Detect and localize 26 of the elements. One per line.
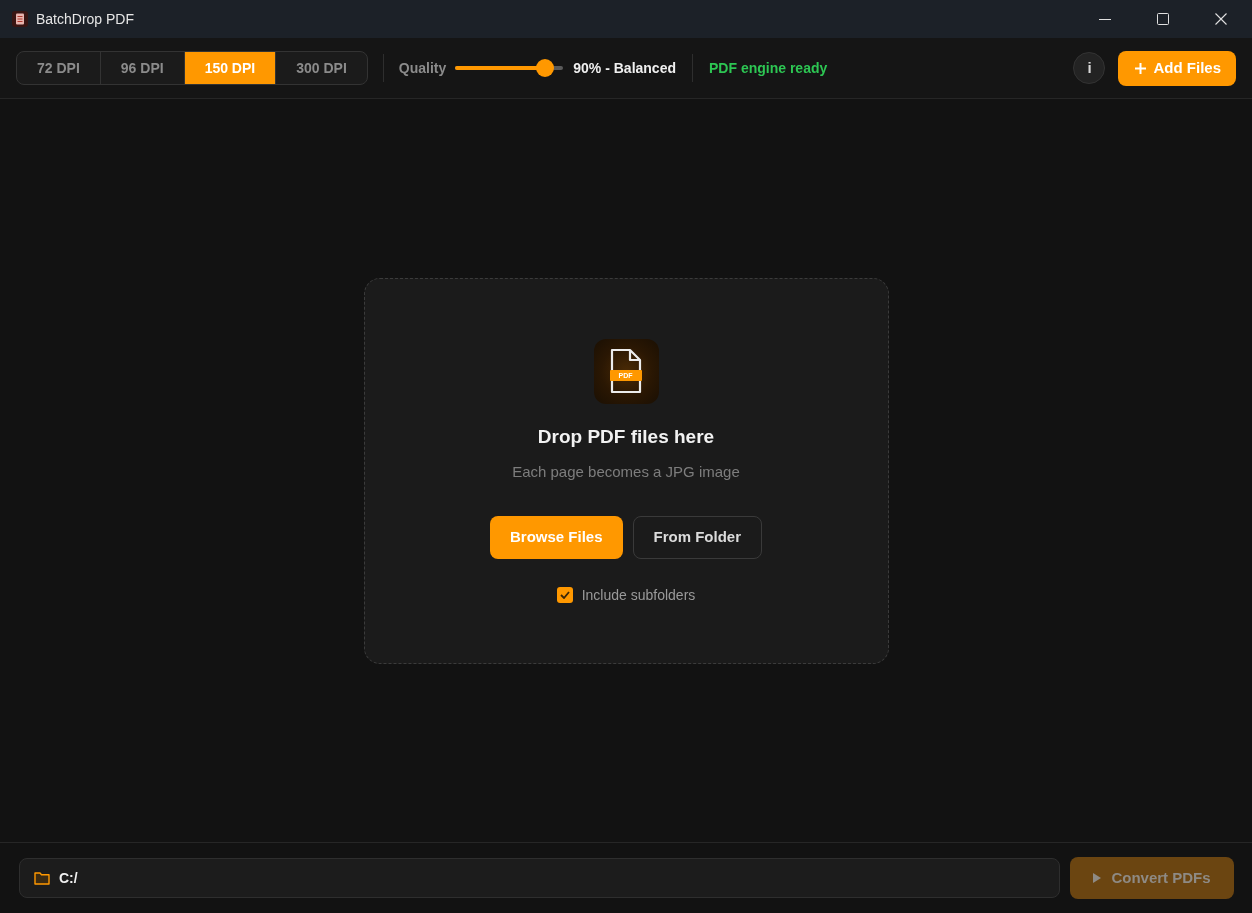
subfolders-checkbox[interactable] bbox=[556, 587, 573, 603]
quality-reading: 90% - Balanced bbox=[573, 58, 676, 78]
dpi-tab[interactable]: 300 DPI bbox=[275, 52, 367, 84]
info-button[interactable]: i bbox=[1073, 52, 1106, 84]
drop-subtitle: Each page becomes a JPG image bbox=[512, 461, 740, 482]
document-icon bbox=[12, 11, 28, 27]
subfolders-label: Include subfolders bbox=[581, 585, 696, 605]
dpi-tab[interactable]: 72 DPI bbox=[17, 52, 100, 84]
minimize-icon bbox=[1099, 18, 1111, 20]
slider-thumb[interactable] bbox=[535, 59, 554, 77]
quality-label: Quality bbox=[398, 58, 447, 78]
document-icon bbox=[610, 348, 642, 394]
check-icon bbox=[559, 591, 570, 599]
quality-slider[interactable] bbox=[455, 59, 564, 77]
maximize-icon bbox=[1157, 13, 1169, 25]
play-icon bbox=[1093, 873, 1102, 883]
close-icon bbox=[1215, 13, 1227, 25]
output-path-field[interactable]: C:/ bbox=[19, 858, 1060, 898]
window-title: BatchDrop PDF bbox=[36, 9, 135, 29]
plus-icon bbox=[1135, 62, 1147, 74]
dpi-tab[interactable]: 96 DPI bbox=[99, 52, 184, 84]
output-path: C:/ bbox=[59, 868, 78, 888]
drop-title: Drop PDF files here bbox=[537, 424, 715, 449]
from-folder-button[interactable]: From Folder bbox=[632, 515, 763, 559]
folder-icon bbox=[34, 871, 50, 885]
engine-status: PDF engine ready bbox=[709, 58, 828, 78]
